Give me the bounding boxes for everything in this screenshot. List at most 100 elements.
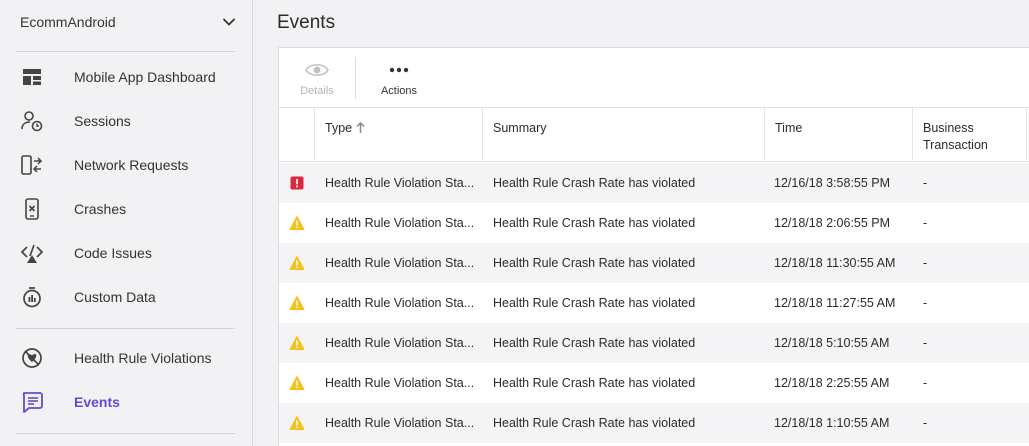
sidebar-item-crashes[interactable]: Crashes xyxy=(0,189,253,229)
sidebar-item-label: Crashes xyxy=(74,201,127,217)
warning-icon xyxy=(289,216,305,230)
sidebar-item-code-issues[interactable]: Code Issues xyxy=(0,233,253,273)
table-row[interactable]: Health Rule Violation Sta... Health Rule … xyxy=(279,363,1029,403)
cell-type: Health Rule Violation Sta... xyxy=(325,296,475,310)
warning-icon xyxy=(289,416,305,430)
table-header: Type Summary Time Business Transaction xyxy=(279,108,1029,162)
column-header-label: Summary xyxy=(493,121,547,135)
sidebar-item-mobile-app-dashboard[interactable]: Mobile App Dashboard xyxy=(0,57,253,97)
cell-business-transaction: - xyxy=(923,256,928,270)
critical-error-icon xyxy=(290,176,304,190)
severity-cell xyxy=(279,323,315,363)
severity-cell xyxy=(279,243,315,283)
sidebar-divider xyxy=(16,433,235,434)
sidebar-item-health-rule-violations[interactable]: Health Rule Violations xyxy=(0,338,253,378)
cell-type: Health Rule Violation Sta... xyxy=(325,216,475,230)
cell-time: 12/18/18 1:10:55 AM xyxy=(774,416,890,430)
table-row[interactable]: Health Rule Violation Sta... Health Rule … xyxy=(279,243,1029,283)
code-issues-icon xyxy=(20,242,44,264)
severity-cell xyxy=(279,403,315,443)
cell-business-transaction: - xyxy=(923,336,928,350)
sidebar-item-label: Custom Data xyxy=(74,289,156,305)
sidebar-item-events[interactable]: Events xyxy=(0,382,253,422)
warning-icon xyxy=(289,296,305,310)
app-name: EcommAndroid xyxy=(20,14,116,30)
severity-cell xyxy=(279,203,315,243)
column-header-type[interactable]: Type xyxy=(315,108,483,162)
table-row[interactable]: Health Rule Violation Sta... Health Rule … xyxy=(279,283,1029,323)
severity-cell xyxy=(279,363,315,403)
toolbar: Details Actions xyxy=(279,48,1029,108)
sort-ascending-icon xyxy=(356,122,365,133)
cell-time: 12/18/18 2:06:55 PM xyxy=(774,216,891,230)
cell-summary: Health Rule Crash Rate has violated xyxy=(493,336,696,350)
sidebar-divider xyxy=(16,51,235,52)
main-content: Events Details Actions Type Summary Time… xyxy=(254,0,1029,446)
sidebar-item-label: Code Issues xyxy=(74,245,152,261)
cell-time: 12/18/18 11:27:55 AM xyxy=(774,296,896,310)
cell-business-transaction: - xyxy=(923,296,928,310)
custom-data-icon xyxy=(20,286,44,308)
column-header-label: Business Transaction xyxy=(923,121,988,152)
cell-business-transaction: - xyxy=(923,216,928,230)
severity-cell xyxy=(279,283,315,323)
details-button[interactable]: Details xyxy=(279,48,355,108)
actions-button[interactable]: Actions xyxy=(363,48,435,108)
table-row[interactable]: Health Rule Violation Sta... Health Rule … xyxy=(279,403,1029,443)
sessions-icon xyxy=(20,110,44,132)
sidebar: EcommAndroid Mobile App Dashboard Sessio… xyxy=(0,0,253,446)
cell-summary: Health Rule Crash Rate has violated xyxy=(493,416,696,430)
sidebar-item-custom-data[interactable]: Custom Data xyxy=(0,277,253,317)
table-row[interactable]: Health Rule Violation Sta... Health Rule … xyxy=(279,163,1029,203)
cell-summary: Health Rule Crash Rate has violated xyxy=(493,176,696,190)
sidebar-item-sessions[interactable]: Sessions xyxy=(0,101,253,141)
warning-icon xyxy=(289,376,305,390)
cell-business-transaction: - xyxy=(923,376,928,390)
warning-icon xyxy=(289,256,305,270)
table-row[interactable]: Health Rule Violation Sta... Health Rule … xyxy=(279,203,1029,243)
sidebar-divider xyxy=(16,328,235,329)
app-selector[interactable]: EcommAndroid xyxy=(20,10,236,34)
cell-business-transaction: - xyxy=(923,176,928,190)
cell-time: 12/18/18 5:10:55 AM xyxy=(774,336,890,350)
cell-summary: Health Rule Crash Rate has violated xyxy=(493,216,696,230)
cell-type: Health Rule Violation Sta... xyxy=(325,176,475,190)
table-row[interactable]: Health Rule Violation Sta... Health Rule … xyxy=(279,323,1029,363)
chevron-down-icon xyxy=(223,18,235,26)
column-header-business-transaction[interactable]: Business Transaction xyxy=(913,108,1027,162)
details-label: Details xyxy=(300,85,334,97)
cell-summary: Health Rule Crash Rate has violated xyxy=(493,296,696,310)
cell-summary: Health Rule Crash Rate has violated xyxy=(493,256,696,270)
sidebar-item-label: Network Requests xyxy=(74,157,189,173)
cell-summary: Health Rule Crash Rate has violated xyxy=(493,376,696,390)
toolbar-separator xyxy=(355,57,356,99)
column-header-summary[interactable]: Summary xyxy=(483,108,765,162)
sidebar-item-label: Events xyxy=(74,394,120,410)
events-panel: Details Actions Type Summary Time Busine… xyxy=(278,47,1029,446)
more-horizontal-icon xyxy=(389,60,409,80)
sidebar-item-label: Health Rule Violations xyxy=(74,350,212,366)
cell-time: 12/18/18 2:25:55 AM xyxy=(774,376,890,390)
column-header-label: Type xyxy=(325,121,353,135)
page-title: Events xyxy=(277,12,336,33)
column-header-label: Time xyxy=(775,121,803,135)
sidebar-item-label: Sessions xyxy=(74,113,131,129)
events-icon xyxy=(20,391,44,413)
column-header-time[interactable]: Time xyxy=(765,108,913,162)
sidebar-item-network-requests[interactable]: Network Requests xyxy=(0,145,253,185)
sidebar-item-label: Mobile App Dashboard xyxy=(74,69,216,85)
eye-icon xyxy=(305,60,329,80)
cell-type: Health Rule Violation Sta... xyxy=(325,376,475,390)
cell-time: 12/16/18 3:58:55 PM xyxy=(774,176,891,190)
severity-cell xyxy=(279,163,315,203)
actions-label: Actions xyxy=(380,85,418,97)
network-requests-icon xyxy=(20,154,44,176)
cell-type: Health Rule Violation Sta... xyxy=(325,416,475,430)
cell-time: 12/18/18 11:30:55 AM xyxy=(774,256,896,270)
health-rule-icon xyxy=(20,347,44,369)
cell-type: Health Rule Violation Sta... xyxy=(325,336,475,350)
crashes-icon xyxy=(20,198,44,220)
cell-business-transaction: - xyxy=(923,416,928,430)
column-header-severity xyxy=(279,108,315,162)
warning-icon xyxy=(289,336,305,350)
